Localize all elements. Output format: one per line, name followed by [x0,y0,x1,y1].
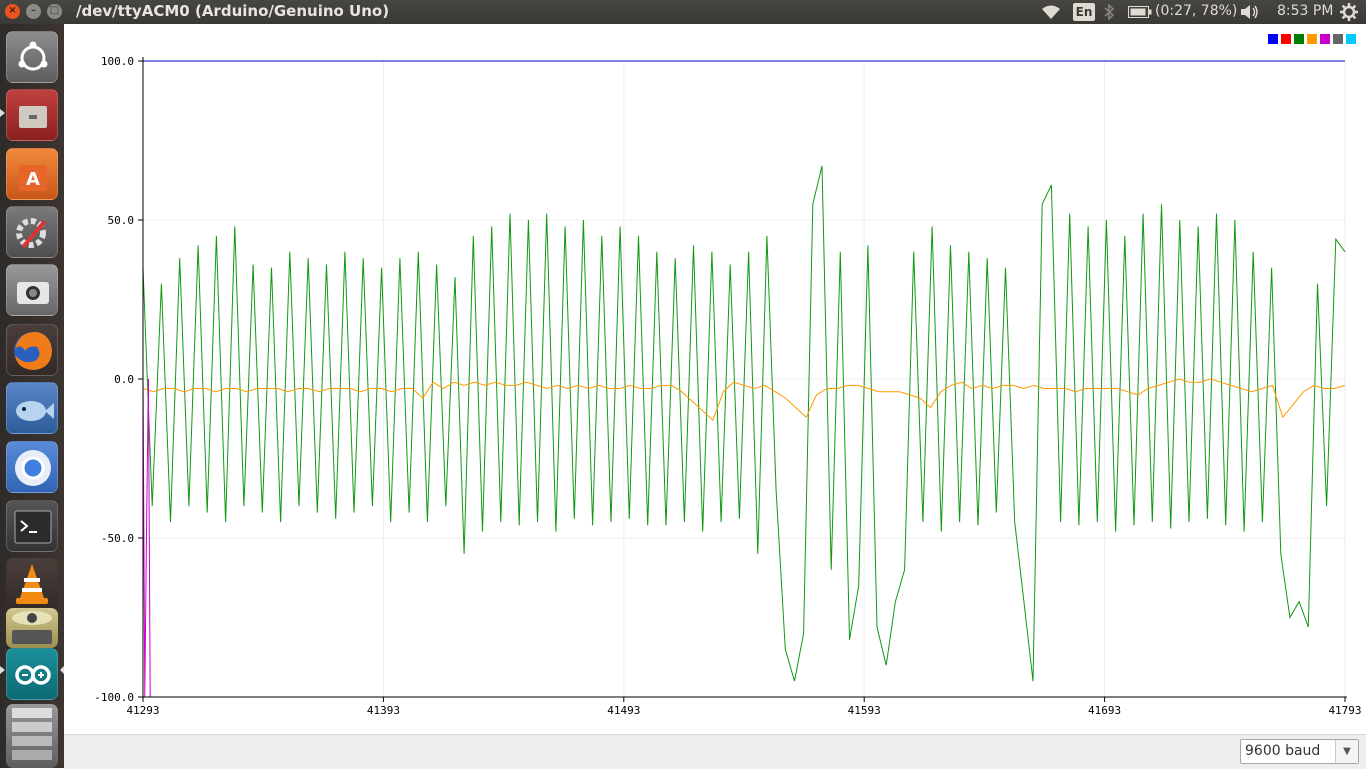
workspace-switcher-icon[interactable] [6,704,58,768]
vlc-icon[interactable] [6,558,58,610]
legend-swatch [1346,34,1356,44]
y-tick-label: 0.0 [114,373,134,386]
svg-text:A: A [26,169,40,190]
maximize-window-button[interactable]: □ [47,4,62,19]
serial-plotter-area: 100.0 50.0 0.0 -50.0 -100.0 41293 41393 41493 41… [64,24,1366,734]
window-title: /dev/ttyACM0 (Arduino/Genuino Uno) [76,2,390,20]
plotter-bottom-bar: 9600 baud ▼ [64,734,1366,769]
y-tick-label: 50.0 [108,214,135,227]
series-line-4 [142,378,151,698]
x-tick-label: 41593 [848,704,881,717]
power-gear-icon[interactable] [1340,3,1358,21]
battery-status[interactable]: (0:27, 78%) [1155,3,1237,19]
legend-swatch [1307,34,1317,44]
plot-chart: 100.0 50.0 0.0 -50.0 -100.041293 41393 41493 41… [94,34,1362,717]
minimize-window-button[interactable]: – [26,4,41,19]
launcher: A [0,24,64,768]
legend-swatch [1320,34,1330,44]
legend-swatch [1294,34,1304,44]
software-center-icon[interactable]: A [6,148,58,200]
terminal-icon[interactable] [6,500,58,552]
system-settings-icon[interactable] [6,206,58,258]
x-tick-label: 41293 [126,704,159,717]
x-tick-label: 41393 [367,704,400,717]
y-tick-label: -50.0 [101,532,134,545]
wifi-icon[interactable] [1040,4,1062,20]
battery-icon[interactable] [1128,6,1152,18]
x-tick-label: 41693 [1088,704,1121,717]
scanner-icon[interactable] [6,608,58,648]
volume-icon[interactable] [1240,4,1260,20]
legend-swatch [1268,34,1278,44]
chromium-icon[interactable] [6,441,58,493]
bluetooth-icon[interactable] [1103,4,1115,20]
top-panel: × – □ /dev/ttyACM0 (Arduino/Genuino Uno)… [0,0,1366,24]
baud-rate-value: 9600 baud [1245,743,1321,759]
baud-rate-select[interactable]: 9600 baud ▼ [1240,739,1359,764]
close-window-button[interactable]: × [5,4,20,19]
series-line-2 [142,165,1346,682]
keyboard-language-indicator[interactable]: En [1073,3,1095,21]
y-tick-label: -100.0 [94,691,134,704]
clock[interactable]: 8:53 PM [1277,3,1333,19]
files-icon[interactable] [6,89,58,141]
firefox-icon[interactable] [6,324,58,376]
screenshot-icon[interactable] [6,264,58,316]
x-tick-label: 41493 [607,704,640,717]
arduino-ide-icon[interactable] [6,648,58,700]
chevron-down-icon[interactable]: ▼ [1335,740,1358,763]
legend-swatch [1333,34,1343,44]
shotwell-icon[interactable] [6,382,58,434]
y-tick-label: 100.0 [101,55,134,68]
legend-swatch [1281,34,1291,44]
ubuntu-dash-icon[interactable] [6,31,58,83]
x-tick-label: 41793 [1328,704,1361,717]
